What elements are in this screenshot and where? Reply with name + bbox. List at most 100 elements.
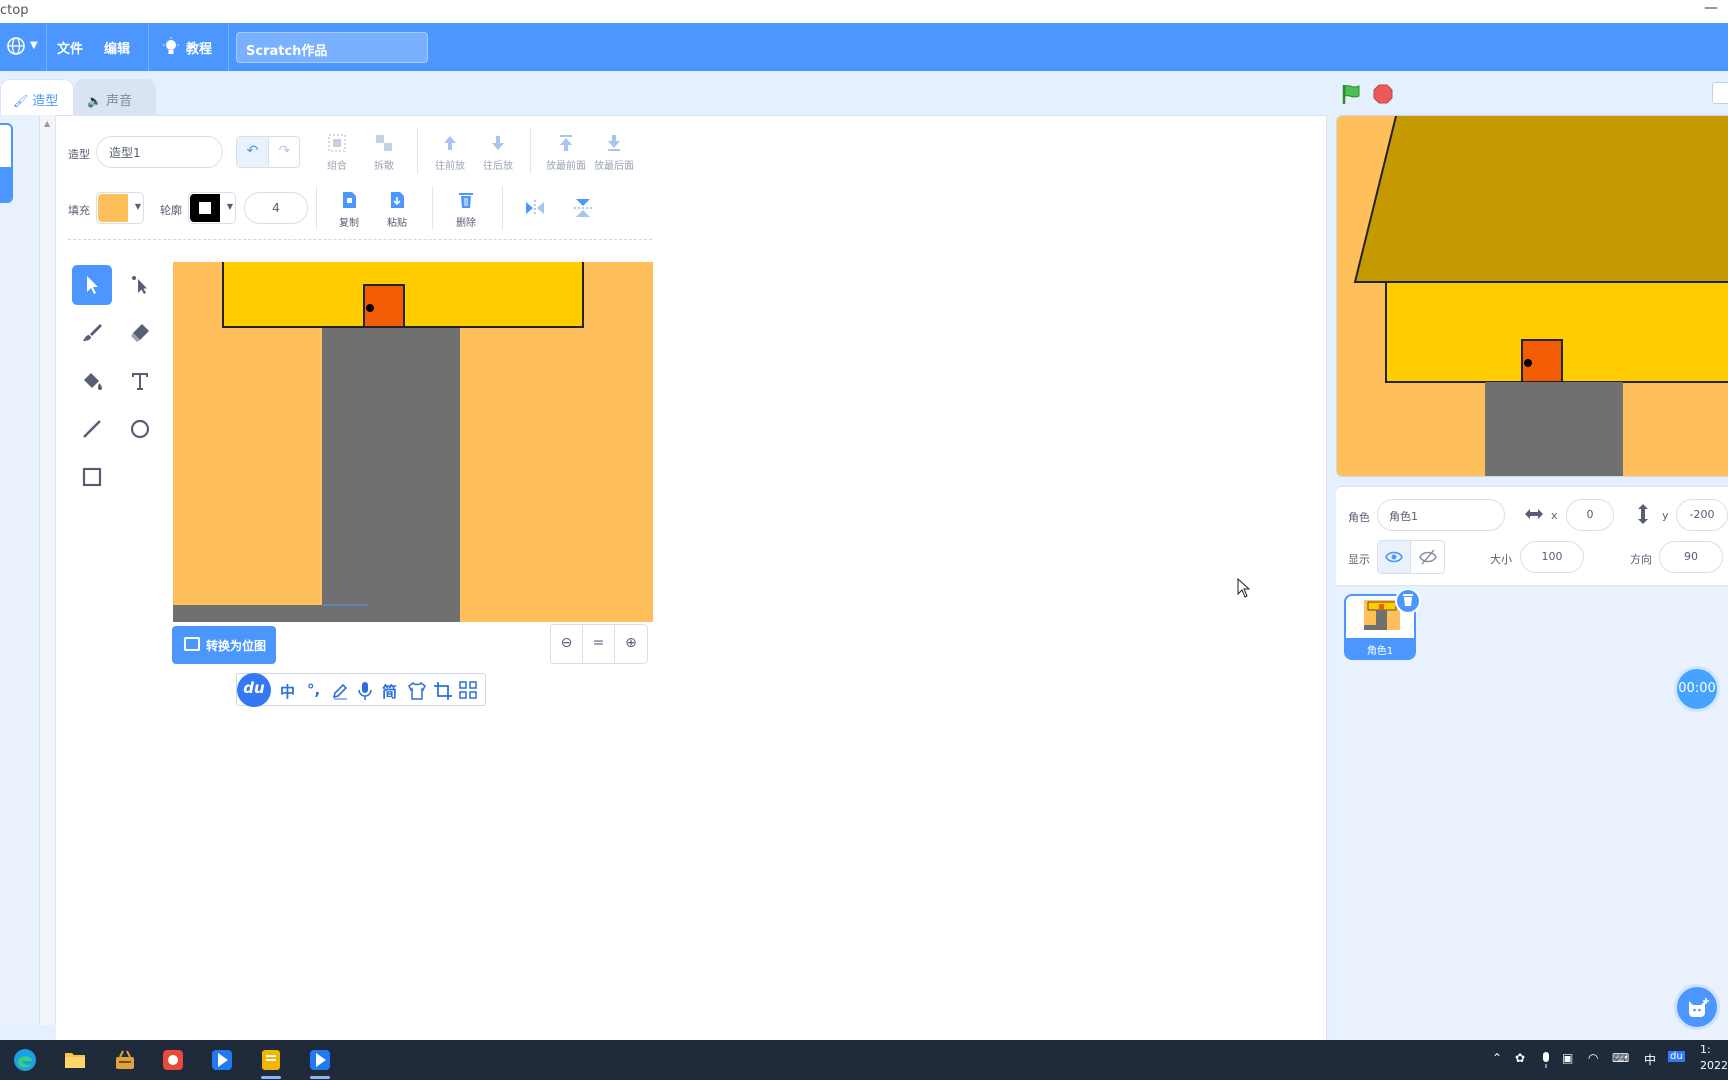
stage-preview[interactable]: [1336, 115, 1728, 477]
brush-tool[interactable]: [72, 313, 112, 353]
convert-to-bitmap-button[interactable]: 转换为位图: [172, 626, 276, 664]
tray-du-icon[interactable]: du: [1668, 1051, 1685, 1062]
size-input[interactable]: 100: [1520, 541, 1584, 573]
ungroup-button[interactable]: 拆散: [362, 133, 406, 172]
app-blue-flag-icon-2[interactable]: [308, 1048, 332, 1072]
x-input[interactable]: 0: [1566, 499, 1614, 531]
ime-logo[interactable]: du: [237, 673, 271, 707]
ime-mode-toggle[interactable]: 中: [280, 681, 295, 702]
add-sprite-button[interactable]: [1674, 984, 1720, 1030]
file-explorer-icon[interactable]: [63, 1048, 87, 1072]
scroll-up-icon[interactable]: ▲: [44, 119, 50, 128]
grid-menu-icon[interactable]: [459, 681, 477, 699]
sprite-name-input[interactable]: 角色1: [1377, 499, 1505, 531]
zoom-in-icon[interactable]: ⊕: [615, 625, 647, 663]
rectangle-tool[interactable]: [72, 457, 112, 497]
y-label: y: [1662, 509, 1669, 522]
bring-to-front-button[interactable]: 放最前面: [542, 133, 590, 172]
show-sprite-button[interactable]: [1378, 541, 1411, 573]
app-red-icon[interactable]: [161, 1048, 185, 1072]
tab-sounds[interactable]: 🔈 声音: [74, 79, 156, 115]
paste-button[interactable]: 粘贴: [375, 190, 419, 229]
minimize-button[interactable]: —: [1704, 0, 1718, 16]
timer-badge[interactable]: 00:00: [1674, 666, 1720, 712]
app-blue-flag-icon[interactable]: [210, 1048, 234, 1072]
pen-icon[interactable]: [331, 682, 349, 700]
skin-shirt-icon[interactable]: [407, 681, 427, 701]
green-flag-icon[interactable]: [1340, 83, 1362, 105]
tray-display-icon[interactable]: ▣: [1562, 1051, 1573, 1065]
app-notes-icon[interactable]: [259, 1048, 283, 1072]
project-title-input[interactable]: Scratch作品: [236, 32, 428, 63]
line-tool[interactable]: [72, 409, 112, 449]
globe-icon[interactable]: [6, 36, 26, 56]
delete-label: 删除: [456, 218, 476, 229]
hide-sprite-button[interactable]: [1412, 541, 1445, 573]
outline-width-input[interactable]: 4: [244, 192, 308, 224]
eye-off-icon: [1419, 549, 1437, 565]
undo-icon[interactable]: ↶: [237, 137, 269, 167]
text-tool[interactable]: [120, 361, 160, 401]
crop-icon[interactable]: [433, 681, 453, 701]
vertical-arrows-icon: [1638, 504, 1648, 524]
stage-size-toggle[interactable]: [1712, 82, 1728, 104]
eraser-tool[interactable]: [120, 313, 160, 353]
drawing-canvas[interactable]: [173, 262, 653, 622]
reshape-tool[interactable]: [120, 265, 160, 305]
menu-edit[interactable]: 编辑: [104, 38, 130, 57]
backward-button[interactable]: 往后放: [476, 133, 520, 172]
tray-expand-icon[interactable]: ⌃: [1492, 1051, 1502, 1065]
tray-wifi-icon[interactable]: ◠: [1588, 1051, 1598, 1065]
redo-icon[interactable]: ↷: [269, 137, 300, 167]
tray-flower-icon[interactable]: ✿: [1515, 1051, 1525, 1065]
paste-icon: [391, 192, 404, 208]
caret-down-icon: ▼: [134, 202, 141, 211]
flip-vertical-icon[interactable]: [572, 197, 594, 219]
circle-tool[interactable]: [120, 409, 160, 449]
copy-label: 复制: [339, 218, 359, 229]
direction-input[interactable]: 90: [1659, 541, 1723, 573]
mouse-cursor-icon: [1237, 578, 1251, 598]
tray-clock[interactable]: 1: 2022: [1700, 1042, 1728, 1074]
menu-tutorial[interactable]: 教程: [186, 38, 212, 57]
microphone-icon[interactable]: [357, 681, 373, 701]
tray-microphone-icon[interactable]: [1540, 1051, 1552, 1069]
delete-button[interactable]: 删除: [444, 190, 488, 229]
outline-color-swatch: [190, 194, 220, 222]
zoom-out-icon[interactable]: ⊖: [551, 625, 583, 663]
chevron-down-icon[interactable]: ▼: [30, 40, 38, 51]
ime-punctuation-toggle[interactable]: °,: [307, 681, 320, 699]
flip-horizontal-icon[interactable]: [524, 198, 546, 218]
ime-simplified-toggle[interactable]: 简: [382, 681, 397, 702]
send-to-back-button[interactable]: 放最后面: [590, 133, 638, 172]
costume-name-input[interactable]: 造型1: [96, 136, 223, 168]
delete-sprite-button[interactable]: [1395, 588, 1421, 614]
costume-list-scrollbar[interactable]: ▲: [40, 115, 56, 1025]
stage-drawing: [1353, 116, 1728, 476]
text-icon: [132, 373, 148, 390]
fill-color-picker[interactable]: ▼: [96, 192, 144, 224]
tray-ime-mode[interactable]: 中: [1644, 1051, 1656, 1068]
stop-icon[interactable]: [1373, 84, 1393, 104]
y-input[interactable]: -200: [1676, 499, 1728, 531]
outline-color-picker[interactable]: ▼: [188, 192, 236, 224]
paint-bucket-icon: [84, 373, 102, 390]
lightbulb-icon[interactable]: [162, 37, 180, 57]
select-tool[interactable]: [72, 265, 112, 305]
line-icon: [83, 420, 101, 438]
costume-drawing: [173, 262, 584, 622]
edge-browser-icon[interactable]: [13, 1048, 37, 1072]
forward-button[interactable]: 往前放: [428, 133, 472, 172]
app-basket-icon[interactable]: [113, 1048, 137, 1072]
eye-icon: [1385, 551, 1403, 563]
caret-down-icon: ▼: [226, 202, 233, 211]
menu-file[interactable]: 文件: [57, 38, 83, 57]
copy-button[interactable]: 复制: [327, 190, 371, 229]
group-button[interactable]: 组合: [315, 133, 359, 172]
fill-tool[interactable]: [72, 361, 112, 401]
zoom-reset-button[interactable]: =: [583, 625, 615, 663]
sprite-thumbnail-label: 角色1: [1346, 638, 1414, 658]
tray-keyboard-icon[interactable]: ⌨: [1612, 1051, 1629, 1065]
tab-costumes[interactable]: 🖌 造型: [0, 79, 74, 116]
arrow-up-icon: [444, 136, 456, 150]
